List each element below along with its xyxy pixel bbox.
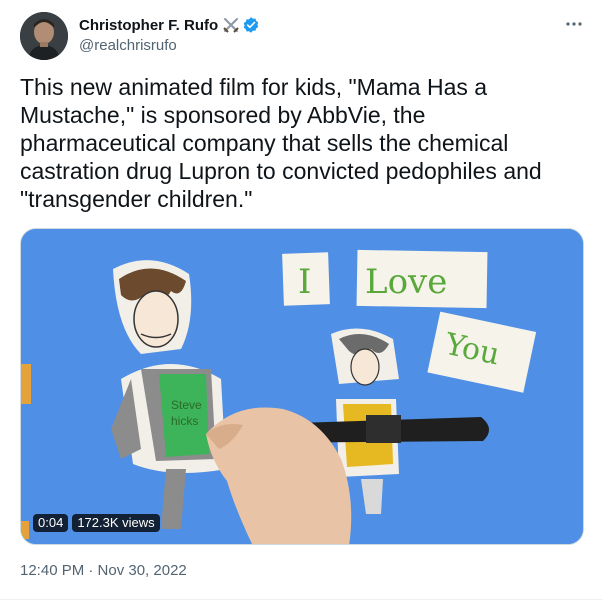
tweet-timestamp[interactable]: 12:40 PM · Nov 30, 2022 <box>20 562 187 579</box>
avatar[interactable] <box>20 12 68 60</box>
author-handle[interactable]: @realchrisrufo <box>79 37 260 54</box>
crossed-swords-icon <box>222 16 240 34</box>
verified-badge-icon[interactable] <box>242 16 260 34</box>
tweet-header: Christopher F. Rufo @realchrisrufo <box>79 15 260 54</box>
card-i: I <box>282 252 330 306</box>
video-views: 172.3K views <box>72 514 160 532</box>
card-love: Love <box>356 249 488 309</box>
more-options-button[interactable] <box>563 14 585 34</box>
shirt-text-1: Steve <box>171 398 202 412</box>
video-duration: 0:04 <box>33 514 69 532</box>
more-icon <box>566 22 582 26</box>
video-player[interactable]: Steve hicks I Love You 0:04 172.3K views <box>20 228 584 545</box>
video-badges: 0:04 172.3K views <box>33 514 160 532</box>
tweet-text: This new animated film for kids, "Mama H… <box>20 74 549 212</box>
author-name[interactable]: Christopher F. Rufo <box>79 17 218 34</box>
svg-text:Love: Love <box>365 262 447 302</box>
svg-text:I: I <box>298 262 311 302</box>
shirt-text-2: hicks <box>171 414 198 428</box>
tweet-card: Christopher F. Rufo @realchrisrufo This … <box>0 0 603 600</box>
video-frame: Steve hicks I Love You <box>21 229 583 544</box>
